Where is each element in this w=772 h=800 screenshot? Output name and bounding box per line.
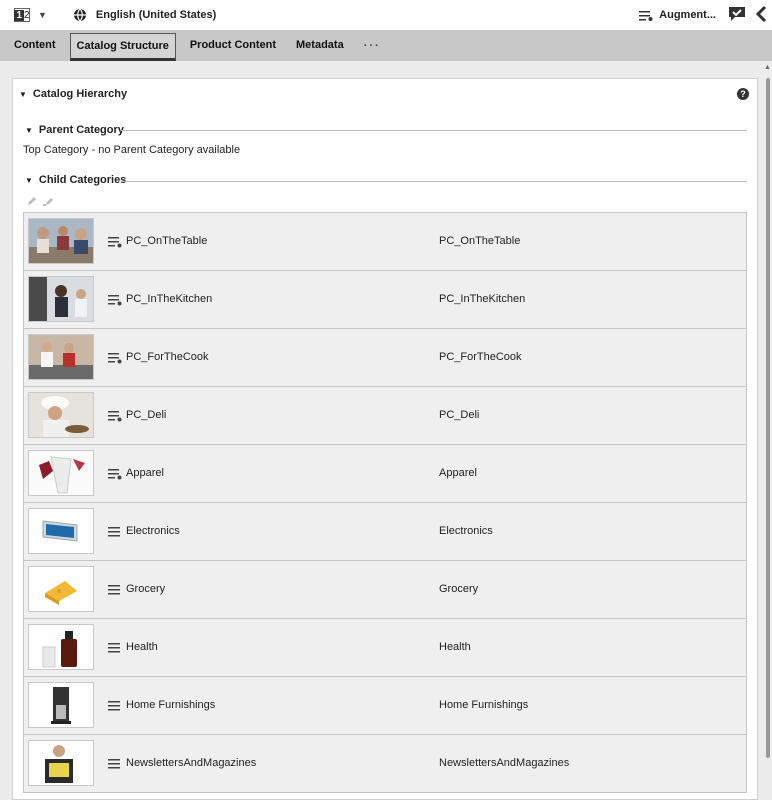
category-thumbnail bbox=[28, 508, 94, 554]
divider bbox=[121, 181, 747, 182]
table-row[interactable]: PC_InTheKitchen PC_InTheKitchen bbox=[23, 271, 747, 329]
category-thumbnail bbox=[28, 624, 94, 670]
category-name[interactable]: Home Furnishings bbox=[126, 699, 215, 711]
category-name[interactable]: Electronics bbox=[126, 525, 180, 537]
table-row[interactable]: PC_ForTheCook PC_ForTheCook bbox=[23, 329, 747, 387]
list-star-icon bbox=[108, 353, 122, 364]
help-icon[interactable]: ? bbox=[737, 88, 749, 100]
category-id: PC_Deli bbox=[439, 409, 480, 421]
table-row[interactable]: Home Furnishings Home Furnishings bbox=[23, 677, 747, 735]
collapse-triangle-icon: ▼ bbox=[19, 89, 27, 99]
medicine-bottles-image bbox=[29, 625, 93, 669]
category-thumbnail bbox=[28, 276, 94, 322]
cheese-image bbox=[29, 567, 93, 611]
cooks-image bbox=[29, 335, 93, 379]
badge-prefix: 1 bbox=[14, 9, 24, 21]
chef-image bbox=[29, 393, 93, 437]
catalog-hierarchy-panel: ▼ Catalog Hierarchy ? ▼ Parent Category … bbox=[12, 78, 758, 800]
top-bar: 12 ▼ English (United States) Augment... bbox=[0, 0, 772, 30]
parent-category-title: Parent Category bbox=[38, 124, 124, 136]
category-id: PC_OnTheTable bbox=[439, 235, 521, 247]
table-row[interactable]: Grocery Grocery bbox=[23, 561, 747, 619]
list-star-icon bbox=[108, 469, 122, 480]
scrollbar[interactable] bbox=[766, 78, 770, 758]
category-thumbnail bbox=[28, 334, 94, 380]
collapse-triangle-icon: ▼ bbox=[25, 125, 33, 135]
page-count-badge[interactable]: 12 bbox=[14, 8, 30, 22]
list-star-icon bbox=[108, 237, 122, 248]
category-name[interactable]: Apparel bbox=[126, 467, 164, 479]
tab-product-content[interactable]: Product Content bbox=[184, 30, 282, 61]
catalog-hierarchy-header[interactable]: ▼ Catalog Hierarchy bbox=[19, 88, 127, 100]
list-star-icon bbox=[108, 295, 122, 306]
people-dining-image bbox=[29, 219, 93, 263]
category-id: PC_InTheKitchen bbox=[439, 293, 526, 305]
list-star-icon bbox=[639, 10, 653, 21]
category-name[interactable]: PC_OnTheTable bbox=[126, 235, 207, 247]
table-row[interactable]: PC_OnTheTable PC_OnTheTable bbox=[23, 212, 747, 271]
category-id: PC_ForTheCook bbox=[439, 351, 522, 363]
tab-bar: Content Catalog Structure Product Conten… bbox=[0, 30, 772, 61]
row-actions bbox=[27, 196, 55, 206]
category-id: Home Furnishings bbox=[439, 699, 529, 711]
augment-button[interactable]: Augment... bbox=[639, 0, 716, 30]
tab-content[interactable]: Content bbox=[8, 30, 62, 61]
tab-catalog-structure[interactable]: Catalog Structure bbox=[69, 33, 176, 61]
category-id: Grocery bbox=[439, 583, 479, 595]
category-thumbnail bbox=[28, 392, 94, 438]
category-id: Apparel bbox=[439, 467, 477, 479]
category-thumbnail bbox=[28, 218, 94, 264]
tab-metadata[interactable]: Metadata bbox=[290, 30, 350, 61]
table-row[interactable]: Apparel Apparel bbox=[23, 445, 747, 503]
kitchen-image bbox=[29, 277, 93, 321]
list-icon bbox=[108, 759, 120, 769]
magazine-reader-image bbox=[29, 741, 93, 785]
bulk-edit-icon[interactable] bbox=[43, 196, 55, 206]
category-id: Health bbox=[439, 641, 471, 653]
child-categories-title: Child Categories bbox=[38, 174, 127, 186]
augment-label: Augment... bbox=[659, 9, 716, 21]
divider bbox=[121, 130, 747, 131]
category-id: Electronics bbox=[439, 525, 493, 537]
category-thumbnail bbox=[28, 450, 94, 496]
parent-category-text: Top Category - no Parent Category availa… bbox=[23, 144, 241, 156]
pencil-icon[interactable] bbox=[27, 196, 37, 206]
chevron-down-icon[interactable]: ▼ bbox=[38, 10, 47, 20]
category-name[interactable]: NewslettersAndMagazines bbox=[126, 757, 256, 769]
table-row[interactable]: PC_Deli PC_Deli bbox=[23, 387, 747, 445]
child-categories-header[interactable]: ▼ Child Categories bbox=[25, 174, 126, 186]
category-name[interactable]: Grocery bbox=[126, 583, 165, 595]
category-name[interactable]: PC_InTheKitchen bbox=[126, 293, 212, 305]
more-tabs-button[interactable]: ··· bbox=[364, 40, 381, 52]
comment-check-icon[interactable] bbox=[728, 6, 746, 22]
apparel-image bbox=[29, 451, 93, 495]
child-category-list: PC_OnTheTable PC_OnTheTable PC_InTheKitc… bbox=[23, 212, 747, 793]
table-row[interactable]: Electronics Electronics bbox=[23, 503, 747, 561]
category-name[interactable]: PC_ForTheCook bbox=[126, 351, 209, 363]
list-icon bbox=[108, 585, 120, 595]
category-name[interactable]: Health bbox=[126, 641, 158, 653]
category-id: NewslettersAndMagazines bbox=[439, 757, 570, 769]
list-star-icon bbox=[108, 411, 122, 422]
catalog-hierarchy-title: Catalog Hierarchy bbox=[32, 88, 128, 100]
table-row[interactable]: Health Health bbox=[23, 619, 747, 677]
category-thumbnail bbox=[28, 740, 94, 786]
parent-category-header[interactable]: ▼ Parent Category bbox=[25, 124, 124, 136]
category-thumbnail bbox=[28, 682, 94, 728]
category-thumbnail bbox=[28, 566, 94, 612]
chevron-left-icon[interactable] bbox=[754, 5, 768, 23]
category-name[interactable]: PC_Deli bbox=[126, 409, 166, 421]
tablet-image bbox=[29, 509, 93, 553]
globe-icon[interactable] bbox=[73, 8, 87, 22]
list-icon bbox=[108, 643, 120, 653]
coffee-maker-image bbox=[29, 683, 93, 727]
language-selector[interactable]: English (United States) bbox=[96, 9, 216, 21]
collapse-triangle-icon: ▼ bbox=[25, 175, 33, 185]
list-icon bbox=[108, 527, 120, 537]
badge-count: 2 bbox=[24, 9, 30, 21]
scroll-up-arrow[interactable]: ▲ bbox=[764, 64, 771, 71]
list-icon bbox=[108, 701, 120, 711]
table-row[interactable]: NewslettersAndMagazines NewslettersAndMa… bbox=[23, 735, 747, 793]
